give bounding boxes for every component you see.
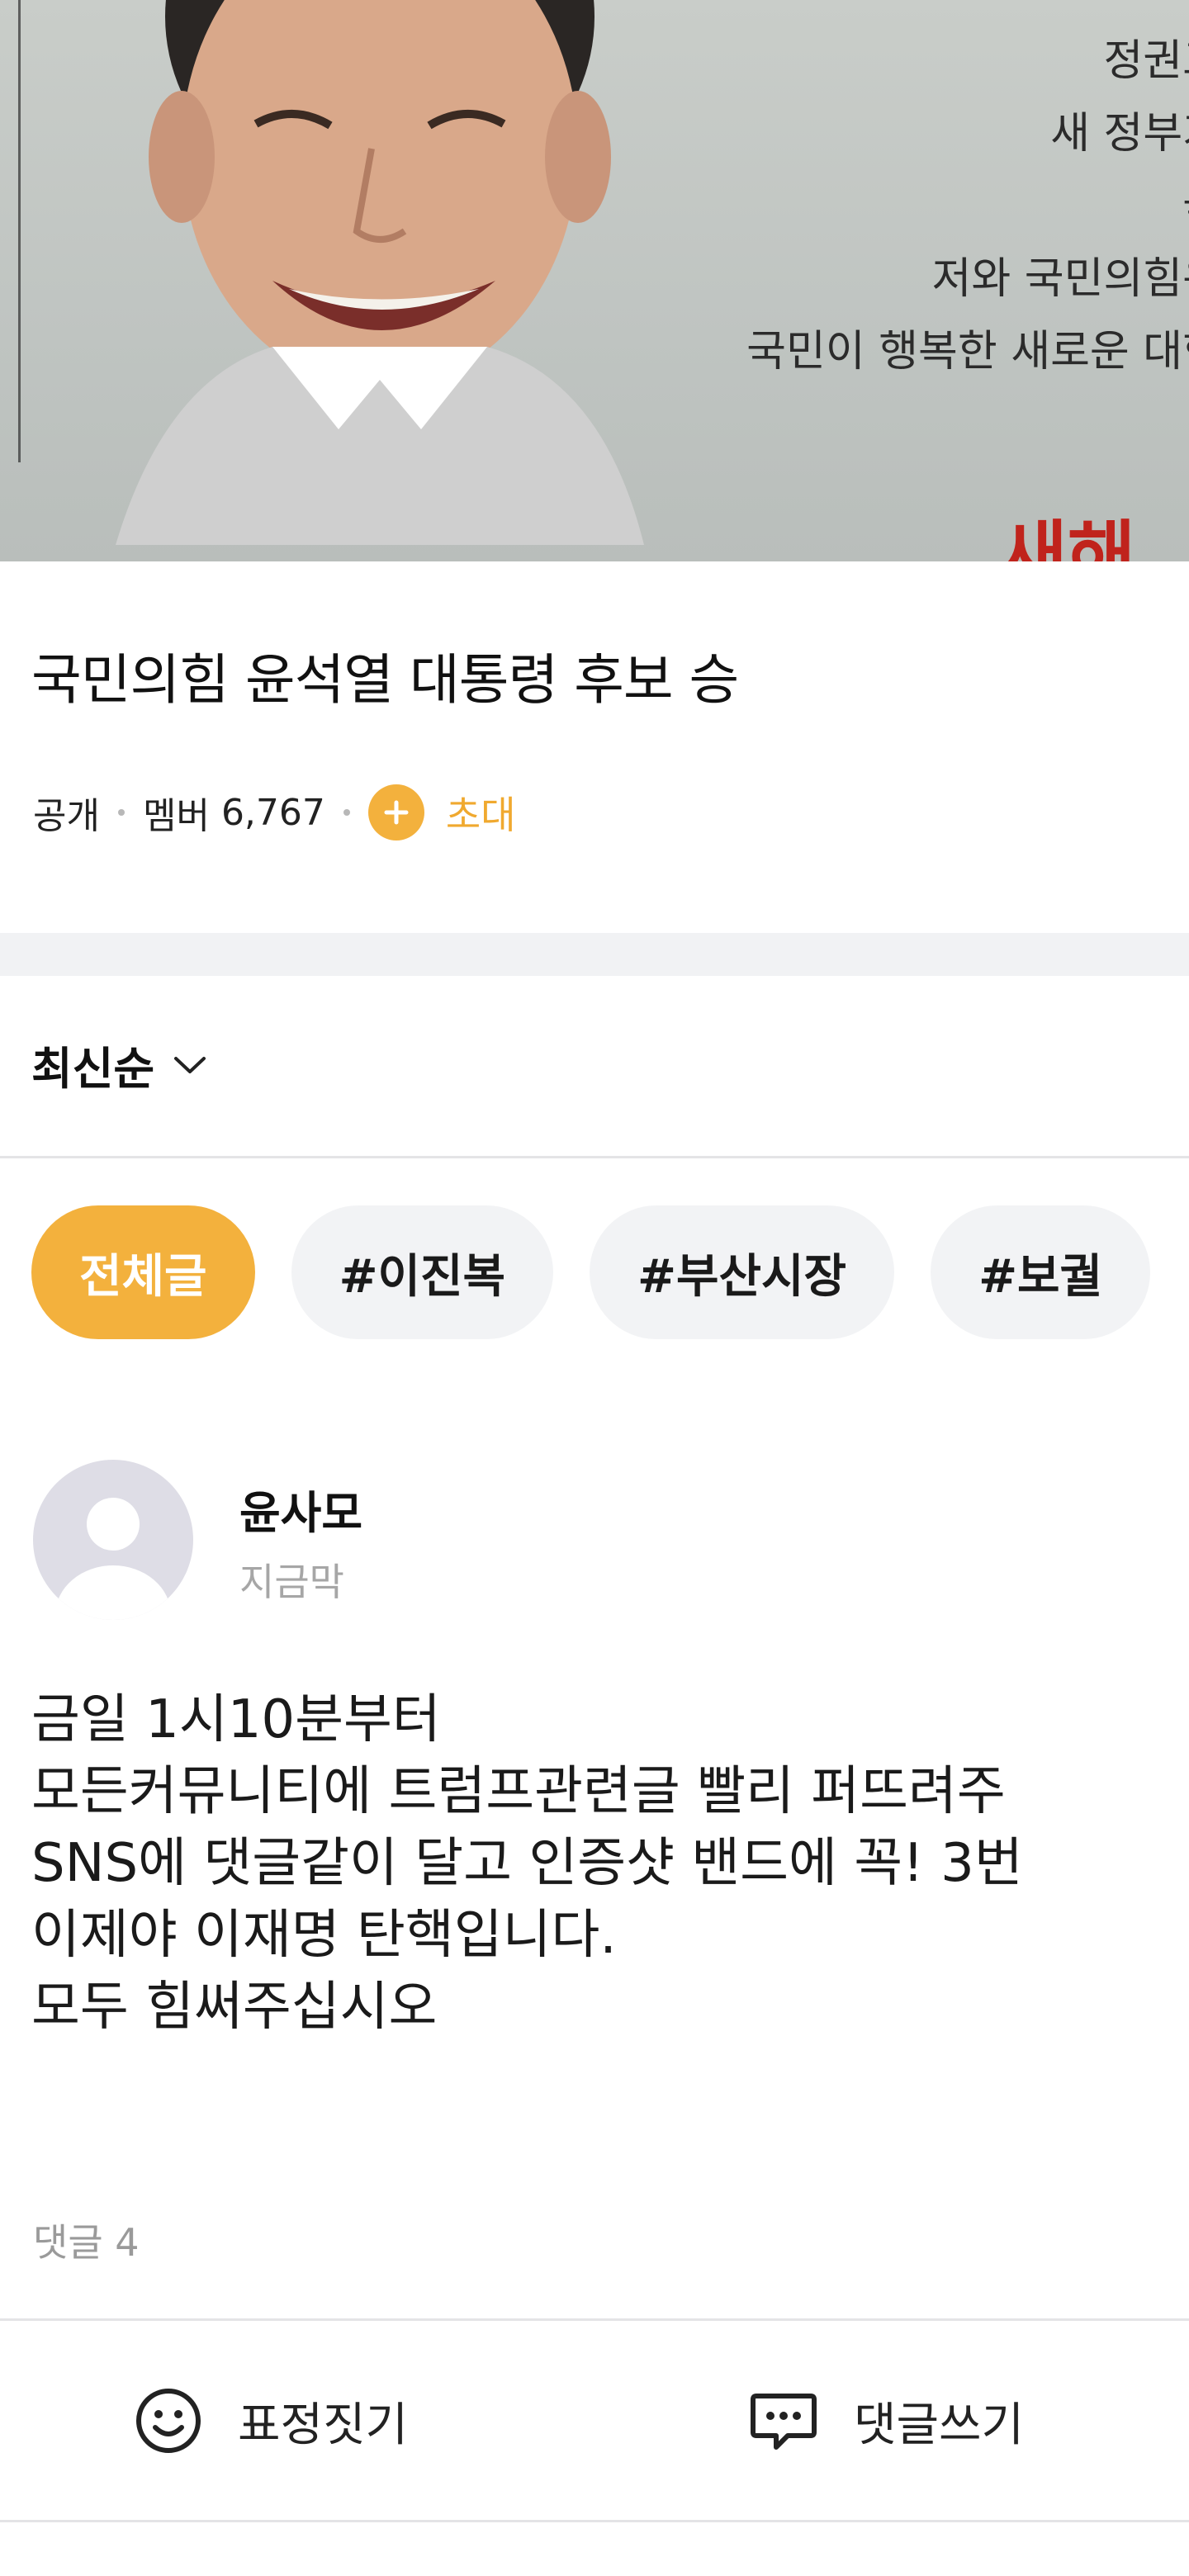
separator-dot [343, 809, 350, 816]
invite-plus-icon[interactable] [367, 784, 424, 841]
group-cover-image[interactable]: 정권교 새 정부가 국 저와 국민의힘은 국민이 행복한 새로운 대한 새해 [0, 0, 1189, 561]
post-body-line: 모두 힘써주십시오 [31, 1977, 438, 2038]
default-avatar-icon [55, 1498, 171, 1620]
comment-button[interactable]: 댓글쓰기 [748, 2322, 1024, 2520]
group-title: 국민의힘 윤석열 대통령 후보 승 [31, 648, 739, 712]
post-action-bar: 표정짓기 댓글쓰기 [0, 2322, 1189, 2520]
cover-border-line [18, 0, 21, 462]
separator-dot [117, 809, 125, 816]
post-time: 지금막 [239, 1560, 344, 1604]
chip-all-posts[interactable]: 전체글 [31, 1205, 255, 1339]
chip-hashtag[interactable]: #이진복 [291, 1205, 554, 1339]
cover-text-line-2: 새 정부가 [1050, 109, 1189, 159]
smiley-icon [136, 2389, 201, 2453]
comment-label: 댓글쓰기 [854, 2398, 1025, 2452]
candidate-portrait [116, 0, 644, 545]
invite-button[interactable]: 초대 [446, 785, 516, 840]
chip-hashtag[interactable]: #보궐 [931, 1205, 1151, 1339]
comment-count[interactable]: 댓글 4 [33, 2213, 140, 2267]
group-meta: 공개 멤버 6,767 초대 [33, 784, 516, 841]
hashtag-chip-bar: 전체글 #이진복 #부산시장 #보궐 [31, 1205, 1151, 1339]
chip-hashtag[interactable]: #부산시장 [590, 1205, 895, 1339]
chevron-down-icon [174, 1056, 206, 1073]
divider [0, 2318, 1189, 2321]
member-count[interactable]: 6,767 [221, 792, 325, 834]
divider [0, 2520, 1189, 2522]
cover-text-line-1: 정권교 [1103, 36, 1189, 86]
post-body-line: 금일 1시10분부터 [31, 1689, 441, 1750]
speech-bubble-icon [751, 2394, 817, 2450]
cover-red-text: 새해 [999, 512, 1136, 561]
cover-text-line-3: 국 [746, 170, 1189, 243]
cover-text-line-5: 국민이 행복한 새로운 대한 [746, 327, 1189, 376]
sort-label: 최신순 [31, 1043, 155, 1095]
cover-text: 정권교 새 정부가 국 저와 국민의힘은 국민이 행복한 새로운 대한 [746, 25, 1189, 388]
section-separator [0, 933, 1189, 976]
react-button[interactable]: 표정짓기 [134, 2322, 408, 2520]
avatar[interactable] [33, 1460, 193, 1620]
cover-text-line-4: 저와 국민의힘은 [931, 254, 1189, 304]
sort-dropdown[interactable]: 최신순 [31, 1032, 207, 1097]
post-body[interactable]: 금일 1시10분부터 모든커뮤니티에 트럼프관련글 빨리 퍼뜨려주 SNS에 댓… [31, 1684, 1023, 2043]
react-label: 표정짓기 [238, 2398, 409, 2452]
divider [0, 1156, 1189, 1158]
group-visibility: 공개 [33, 795, 100, 837]
post-body-line: 이제야 이재명 탄핵입니다. [31, 1905, 617, 1966]
post-body-line: 모든커뮤니티에 트럼프관련글 빨리 퍼뜨려주 [31, 1761, 1006, 1822]
post-author[interactable]: 윤사모 [239, 1476, 362, 1541]
member-label[interactable]: 멤버 [143, 786, 210, 839]
post-body-line: SNS에 댓글같이 달고 인증샷 밴드에 꼭! 3번 [31, 1833, 1023, 1894]
